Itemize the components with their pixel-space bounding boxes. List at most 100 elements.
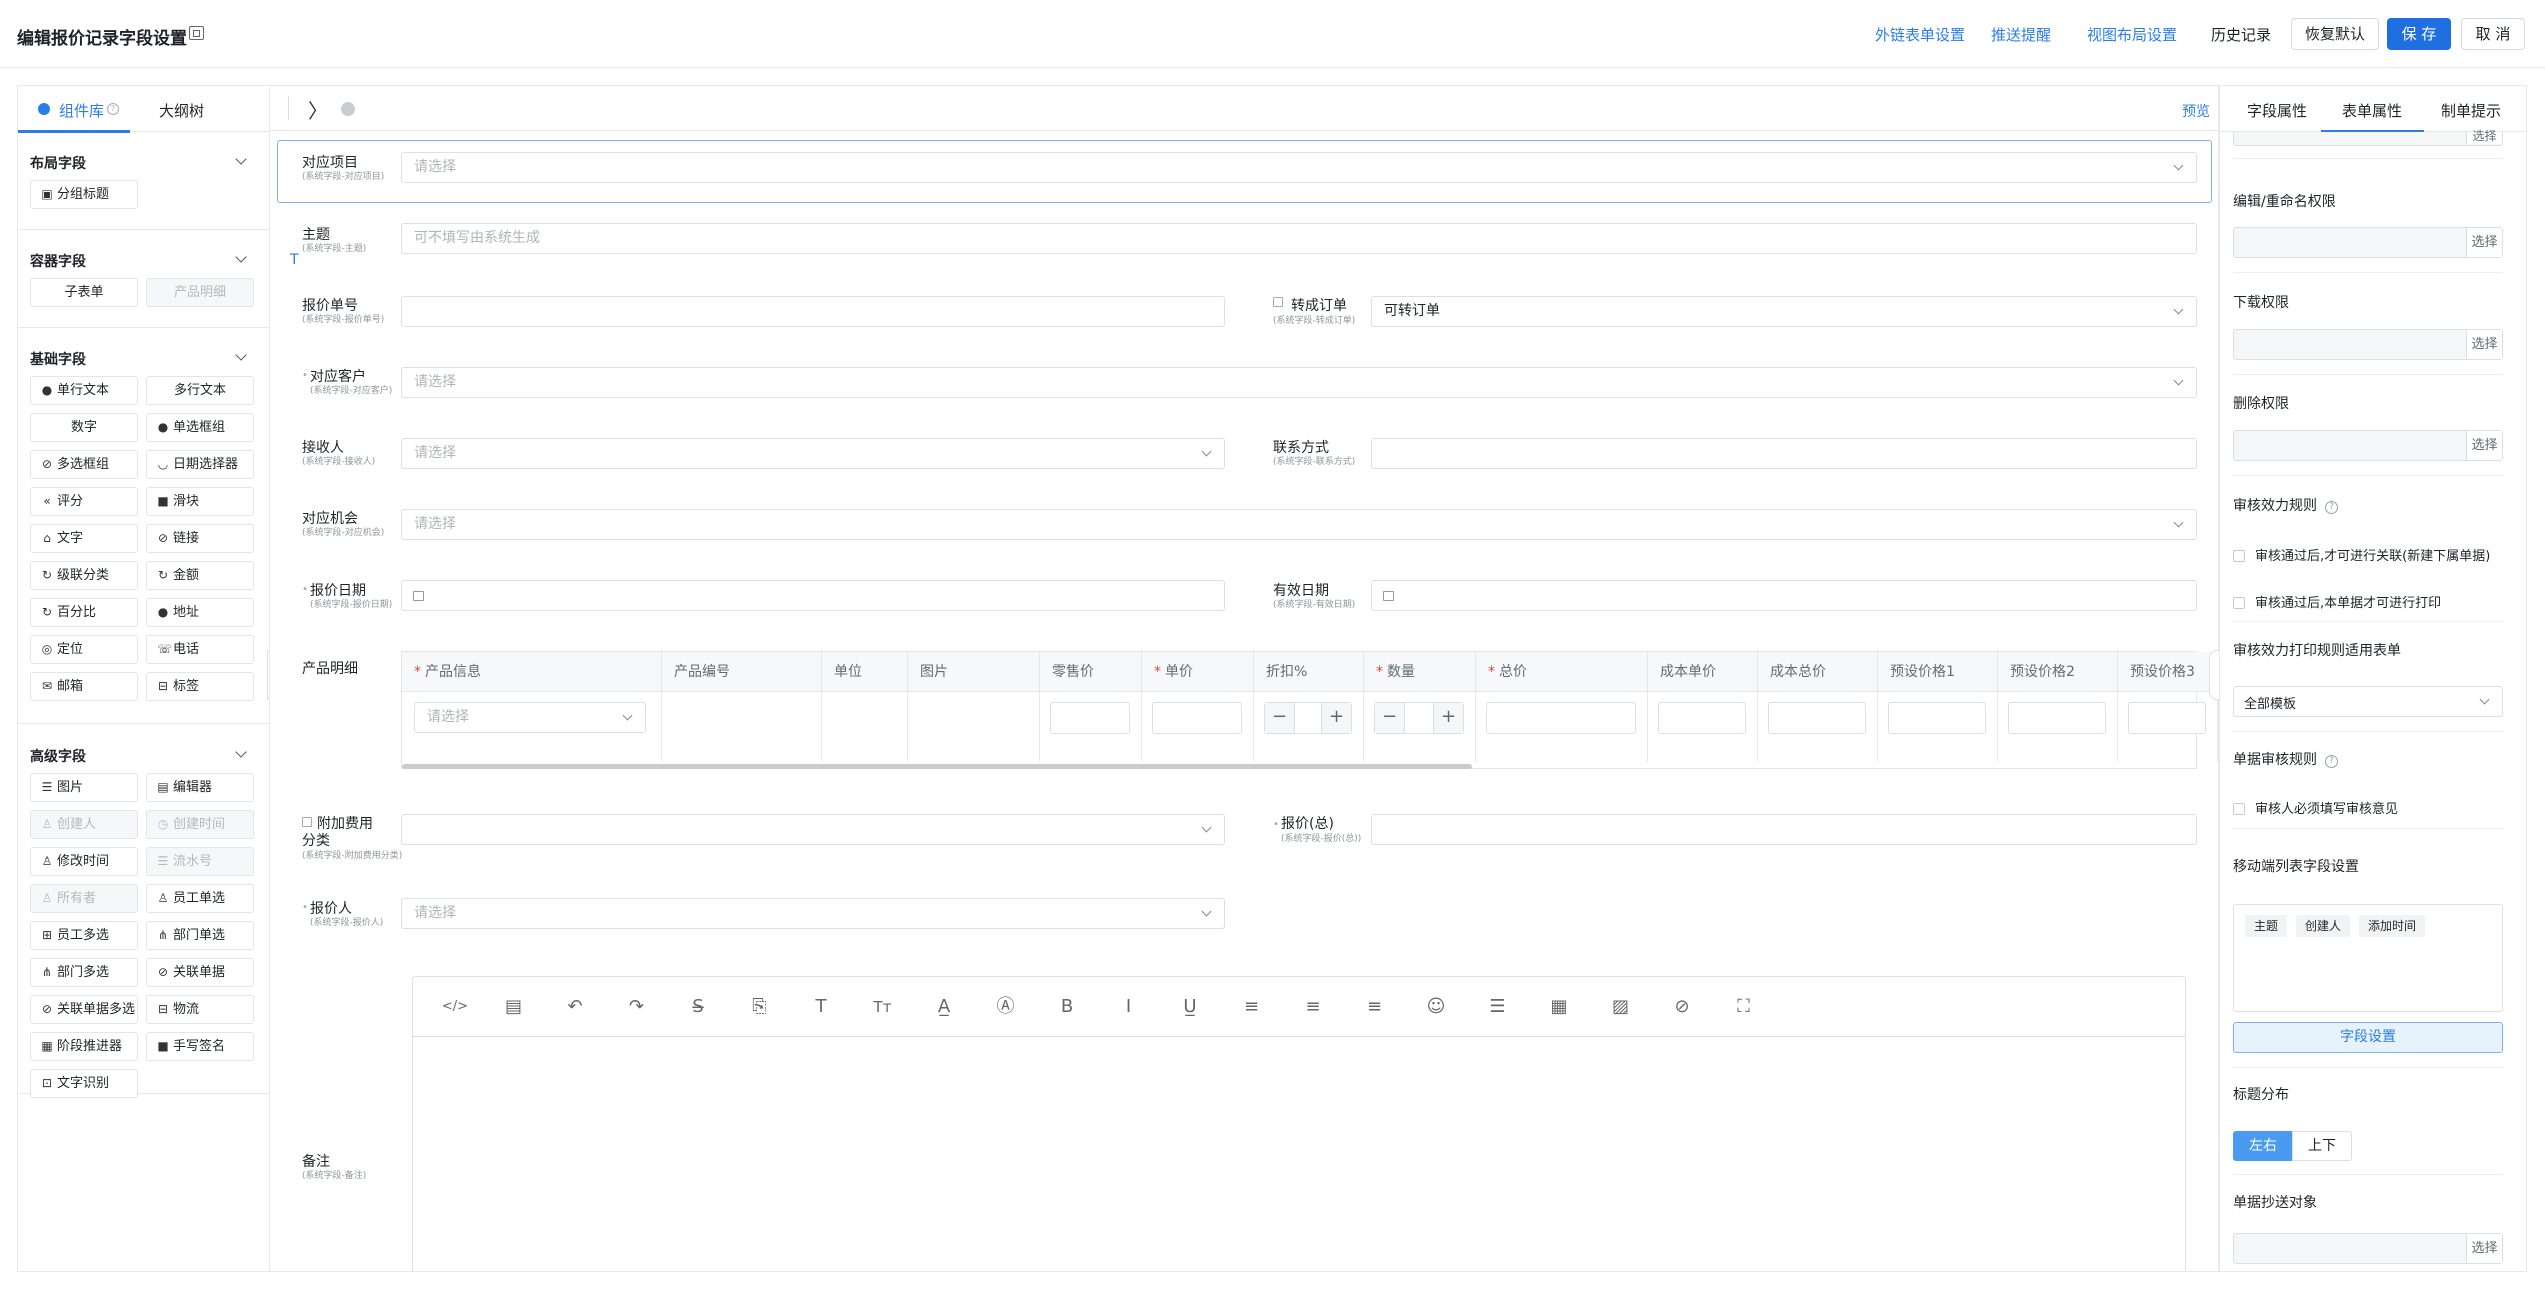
bg-color-icon[interactable]: Ⓐ [994, 995, 1018, 1019]
component-0[interactable]: 子表单 [30, 278, 138, 307]
layout-icon[interactable] [189, 26, 204, 40]
view-layout-link[interactable]: 视图布局设置 [2087, 24, 2177, 45]
opportunity-select[interactable]: 请选择 [401, 509, 2197, 540]
checkbox-icon[interactable] [2233, 597, 2245, 609]
component-12[interactable]: ⊘ 关联单据多选 [30, 995, 138, 1024]
field-tag[interactable]: 添加时间 [2359, 915, 2426, 937]
number-stepper[interactable]: − + [1374, 702, 1464, 734]
to_order-select[interactable]: 可转订单 [1371, 296, 2197, 327]
align-right-icon[interactable]: ≡ [1363, 995, 1387, 1019]
external-form-link[interactable]: 外链表单设置 [1875, 24, 1965, 45]
component-17[interactable]: ⊟ 标签 [146, 672, 254, 701]
component-11[interactable]: ↻ 金额 [146, 561, 254, 590]
component-4[interactable]: ♙ 修改时间 [30, 847, 138, 876]
component-0[interactable]: ● 单行文本 [30, 376, 138, 405]
bold-icon[interactable]: B [1055, 995, 1079, 1019]
doc-audit-option[interactable]: 审核人必须填写审核意见 [2233, 798, 2398, 817]
increment-button[interactable]: + [1433, 703, 1463, 733]
cancel-button[interactable]: 取 消 [2461, 18, 2525, 50]
help-icon[interactable]: ? [2325, 755, 2338, 768]
italic-icon[interactable]: I [1117, 995, 1141, 1019]
font-color-icon[interactable]: A̲ [932, 995, 956, 1019]
audit-option-2[interactable]: 审核通过后,本单据才可进行打印 [2233, 592, 2441, 611]
table-icon[interactable]: ▦ [1547, 995, 1571, 1019]
component-4[interactable]: ⊘ 多选框组 [30, 450, 138, 479]
component-0[interactable]: ☰ 图片 [30, 773, 138, 802]
checkbox-icon[interactable] [2233, 550, 2245, 562]
field-settings-button[interactable]: 字段设置 [2233, 1022, 2503, 1053]
component-1[interactable]: 多行文本 [146, 376, 254, 405]
tab-outline[interactable]: 大纲树 [159, 100, 204, 121]
total-input[interactable] [1371, 814, 2197, 845]
component-10[interactable]: ↻ 级联分类 [30, 561, 138, 590]
fullscreen-icon[interactable]: ⛶ [1732, 995, 1756, 1019]
field-tag[interactable]: 主题 [2245, 915, 2288, 937]
audit-option-1[interactable]: 审核通过后,才可进行关联(新建下属单据) [2233, 545, 2490, 564]
component-0[interactable]: ▣ 分组标题 [30, 180, 138, 209]
component-16[interactable]: ⊡ 文字识别 [30, 1069, 138, 1098]
chevron-down-icon[interactable] [235, 251, 247, 263]
rich-text-editor[interactable]: </> ▤ ↶ ↷ S̶ ⎘ T Tт A̲ Ⓐ B I U̲ ≡ ≡ ≡ ☺ ☰ ▦ ▨ ⊘ ⛶ [412, 976, 2186, 1271]
component-15[interactable]: ■ 手写签名 [146, 1032, 254, 1061]
component-9[interactable]: ⋔ 部门单选 [146, 921, 254, 950]
align-center-icon[interactable]: ≡ [1301, 995, 1325, 1019]
quote_date-input[interactable] [401, 580, 1225, 611]
print-rule-select[interactable]: 全部模板 [2233, 686, 2503, 717]
restore-default-button[interactable]: 恢复默认 [2291, 18, 2379, 50]
edit-permission-input[interactable]: 选择 [2233, 227, 2503, 258]
field-tag[interactable]: 创建人 [2296, 915, 2351, 937]
underline-icon[interactable]: U̲ [1178, 995, 1202, 1019]
clear-format-icon[interactable]: ⎘ [748, 995, 772, 1019]
preview-link[interactable]: 预览 [2182, 101, 2210, 121]
cc-target-input[interactable]: 选择 [2233, 1233, 2503, 1264]
component-2[interactable]: ♙ 创建人 [30, 810, 138, 839]
select-button[interactable]: 选择 [2466, 1234, 2502, 1263]
push-reminder-link[interactable]: 推送提醒 [1991, 24, 2051, 45]
cell-input[interactable] [1152, 702, 1242, 734]
increment-button[interactable]: + [1321, 703, 1351, 733]
decrement-button[interactable]: − [1265, 703, 1295, 733]
decrement-button[interactable]: − [1375, 703, 1405, 733]
select-button[interactable]: 选择 [2466, 431, 2502, 460]
component-6[interactable]: « 评分 [30, 487, 138, 516]
component-16[interactable]: ✉ 邮箱 [30, 672, 138, 701]
tab-field-properties[interactable]: 字段属性 [2247, 100, 2307, 121]
customer-select[interactable]: 请选择 [401, 367, 2197, 398]
checkbox-icon[interactable] [2233, 803, 2245, 815]
delete-permission-input[interactable]: 选择 [2233, 430, 2503, 461]
component-8[interactable]: ⊞ 员工多选 [30, 921, 138, 950]
select-button[interactable]: 选择 [2466, 130, 2502, 144]
component-12[interactable]: ↻ 百分比 [30, 598, 138, 627]
redo-icon[interactable]: ↷ [625, 995, 649, 1019]
extra-fee-select[interactable] [401, 814, 1225, 845]
contact-input[interactable] [1371, 438, 2197, 469]
valid_date-input[interactable] [1371, 580, 2197, 611]
component-5[interactable]: ◡ 日期选择器 [146, 450, 254, 479]
component-9[interactable]: ⊘ 链接 [146, 524, 254, 553]
save-button[interactable]: 保 存 [2387, 18, 2451, 50]
attachment-icon[interactable]: ⊘ [1670, 995, 1694, 1019]
component-3[interactable]: ● 单选框组 [146, 413, 254, 442]
number-stepper[interactable]: − + [1264, 702, 1352, 734]
component-1[interactable]: 产品明细 [146, 278, 254, 307]
component-7[interactable]: ■ 滑块 [146, 487, 254, 516]
expand-icon[interactable]: 〉 [308, 95, 328, 124]
component-2[interactable]: 数字 [30, 413, 138, 442]
tab-creation-tips[interactable]: 制单提示 [2441, 100, 2501, 121]
cell-input[interactable] [2008, 702, 2106, 734]
component-13[interactable]: ⊟ 物流 [146, 995, 254, 1024]
cell-input[interactable] [1658, 702, 1746, 734]
component-14[interactable]: ▦ 阶段推进器 [30, 1032, 138, 1061]
subject-input[interactable]: 可不填写由系统生成 [401, 223, 2197, 254]
cell-input[interactable] [2128, 702, 2206, 734]
strikethrough-icon[interactable]: S̶ [686, 995, 710, 1019]
horizontal-scrollbar[interactable] [402, 764, 1472, 769]
receiver-select[interactable]: 请选择 [401, 438, 1225, 469]
code-icon[interactable]: </> [440, 995, 470, 1019]
history-link[interactable]: 历史记录 [2211, 24, 2271, 45]
align-left-icon[interactable]: ≡ [1240, 995, 1264, 1019]
project-select[interactable]: 请选择 [401, 152, 2197, 183]
component-11[interactable]: ⊘ 关联单据 [146, 958, 254, 987]
emoji-icon[interactable]: ☺ [1424, 995, 1448, 1019]
quote_no-input[interactable] [401, 296, 1225, 327]
